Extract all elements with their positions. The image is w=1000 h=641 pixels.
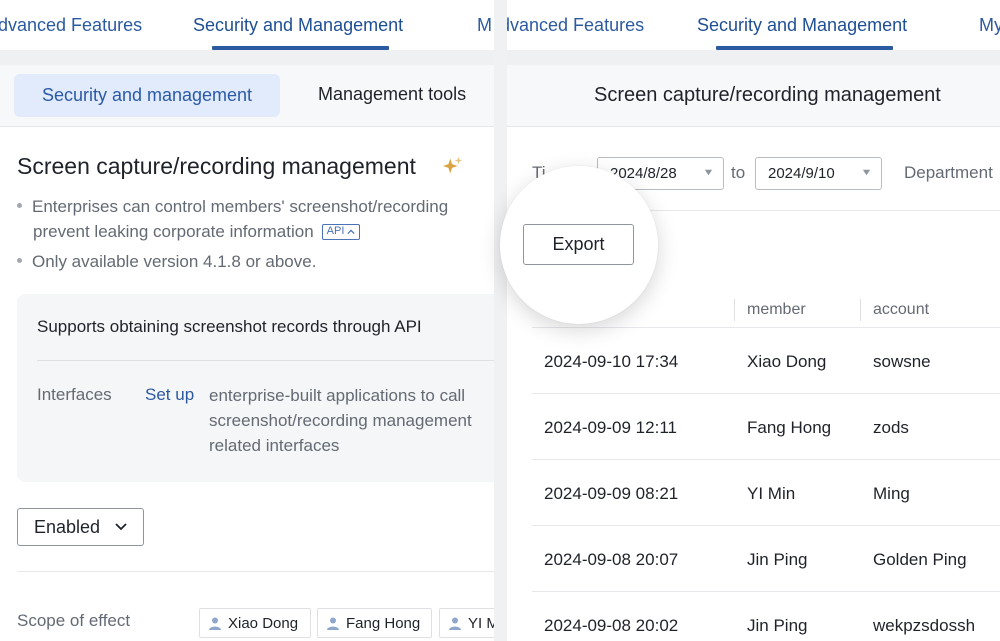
settings-pane: dvanced Features Security and Management… bbox=[0, 0, 494, 641]
table-row[interactable]: 2024-09-09 08:21 YI Min Ming bbox=[532, 460, 1000, 526]
page-title: Screen capture/recording management bbox=[594, 84, 941, 106]
tab-next[interactable]: M bbox=[477, 15, 492, 36]
end-date-value: 2024/9/10 bbox=[768, 165, 835, 182]
nav-spacer bbox=[0, 50, 494, 65]
cell-member: YI Min bbox=[747, 484, 796, 503]
date-range-separator: to bbox=[731, 163, 746, 182]
table-row[interactable]: 2024-09-10 17:34 Xiao Dong sowsne bbox=[532, 328, 1000, 394]
description-bullet-cont: prevent leaking corporate information API bbox=[33, 219, 361, 244]
page-header: Screen capture/recording management bbox=[507, 65, 1000, 127]
cell-time: 2024-09-08 20:02 bbox=[544, 616, 679, 635]
cell-account: Ming bbox=[873, 484, 910, 503]
section-title: Screen capture/recording management bbox=[17, 153, 416, 179]
member-chip-name: YI M bbox=[468, 614, 494, 632]
version-bullet: Only available version 4.1.8 or above. bbox=[17, 249, 316, 274]
api-badge-label: API bbox=[326, 225, 345, 238]
caret-down-icon bbox=[862, 169, 871, 176]
chevron-up-icon bbox=[347, 229, 356, 234]
top-nav: dvanced Features Security and Management… bbox=[507, 0, 1000, 50]
cell-member: Jin Ping bbox=[747, 550, 808, 569]
bullet-dot bbox=[17, 203, 22, 209]
cell-time: 2024-09-09 12:11 bbox=[544, 418, 677, 437]
scope-label: Scope of effect bbox=[17, 611, 131, 630]
description-bullet: Enterprises can control members' screens… bbox=[17, 194, 448, 219]
tab-security-and-management[interactable]: Security and Management bbox=[193, 15, 403, 36]
table-row[interactable]: 2024-09-08 20:02 Jin Ping wekpzsdossh bbox=[532, 592, 1000, 641]
column-separator bbox=[860, 299, 861, 321]
interfaces-label: Interfaces bbox=[37, 385, 112, 404]
department-filter-label[interactable]: Department bbox=[904, 163, 993, 183]
status-select-value: Enabled bbox=[34, 516, 101, 537]
cell-account: wekpzsdossh bbox=[873, 616, 976, 635]
api-doc-badge[interactable]: API bbox=[321, 223, 361, 240]
export-highlight: Export bbox=[500, 166, 658, 324]
subtab-security-and-management[interactable]: Security and management bbox=[14, 74, 280, 117]
status-select[interactable]: Enabled bbox=[17, 508, 144, 546]
cell-member: Xiao Dong bbox=[747, 352, 827, 371]
bullet-dot bbox=[17, 258, 22, 264]
member-chip[interactable]: YI M bbox=[439, 608, 494, 638]
export-button[interactable]: Export bbox=[523, 224, 634, 265]
pane-divider bbox=[494, 0, 507, 641]
cell-account: Golden Ping bbox=[873, 550, 967, 569]
column-header-member[interactable]: member bbox=[747, 301, 806, 319]
member-chip-name: Xiao Dong bbox=[228, 614, 299, 632]
caret-down-icon bbox=[704, 169, 713, 176]
tab-security-and-management[interactable]: Security and Management bbox=[697, 15, 907, 36]
nav-spacer bbox=[507, 50, 1000, 65]
api-card-title: Supports obtaining screenshot records th… bbox=[37, 317, 422, 336]
api-card: Supports obtaining screenshot records th… bbox=[17, 294, 494, 482]
description-line: prevent leaking corporate information bbox=[33, 222, 314, 241]
cell-time: 2024-09-09 08:21 bbox=[544, 484, 679, 503]
user-icon bbox=[209, 617, 221, 630]
column-separator bbox=[734, 299, 735, 321]
sparkle-icon bbox=[442, 156, 463, 174]
tab-next[interactable]: My bbox=[979, 15, 1000, 36]
cell-member: Fang Hong bbox=[747, 418, 832, 437]
cell-account: zods bbox=[873, 418, 909, 437]
user-icon bbox=[327, 617, 339, 630]
member-chip-name: Fang Hong bbox=[346, 614, 421, 632]
tab-advanced-features[interactable]: dvanced Features bbox=[507, 15, 644, 36]
chevron-down-icon bbox=[115, 523, 127, 531]
subtab-bar: Security and management Management tools bbox=[0, 65, 494, 127]
end-date-picker[interactable]: 2024/9/10 bbox=[755, 157, 882, 190]
section-divider bbox=[17, 571, 494, 572]
table-row[interactable]: 2024-09-08 20:07 Jin Ping Golden Ping bbox=[532, 526, 1000, 592]
card-divider bbox=[37, 360, 494, 361]
interfaces-description: enterprise-built applications to call sc… bbox=[209, 386, 472, 455]
column-header-account[interactable]: account bbox=[873, 301, 929, 319]
cell-time: 2024-09-10 17:34 bbox=[544, 352, 679, 371]
user-icon bbox=[449, 617, 461, 630]
subtab-management-tools[interactable]: Management tools bbox=[318, 84, 466, 105]
tab-advanced-features[interactable]: dvanced Features bbox=[0, 15, 142, 36]
member-chip[interactable]: Xiao Dong bbox=[199, 608, 311, 638]
cell-account: sowsne bbox=[873, 352, 931, 371]
member-chip[interactable]: Fang Hong bbox=[317, 608, 432, 638]
version-note: Only available version 4.1.8 or above. bbox=[32, 252, 317, 271]
setup-link[interactable]: Set up bbox=[145, 385, 194, 405]
cell-member: Jin Ping bbox=[747, 616, 808, 635]
table-row[interactable]: 2024-09-09 12:11 Fang Hong zods bbox=[532, 394, 1000, 460]
description-line: Enterprises can control members' screens… bbox=[32, 197, 449, 216]
top-nav: dvanced Features Security and Management… bbox=[0, 0, 494, 50]
cell-time: 2024-09-08 20:07 bbox=[544, 550, 679, 569]
